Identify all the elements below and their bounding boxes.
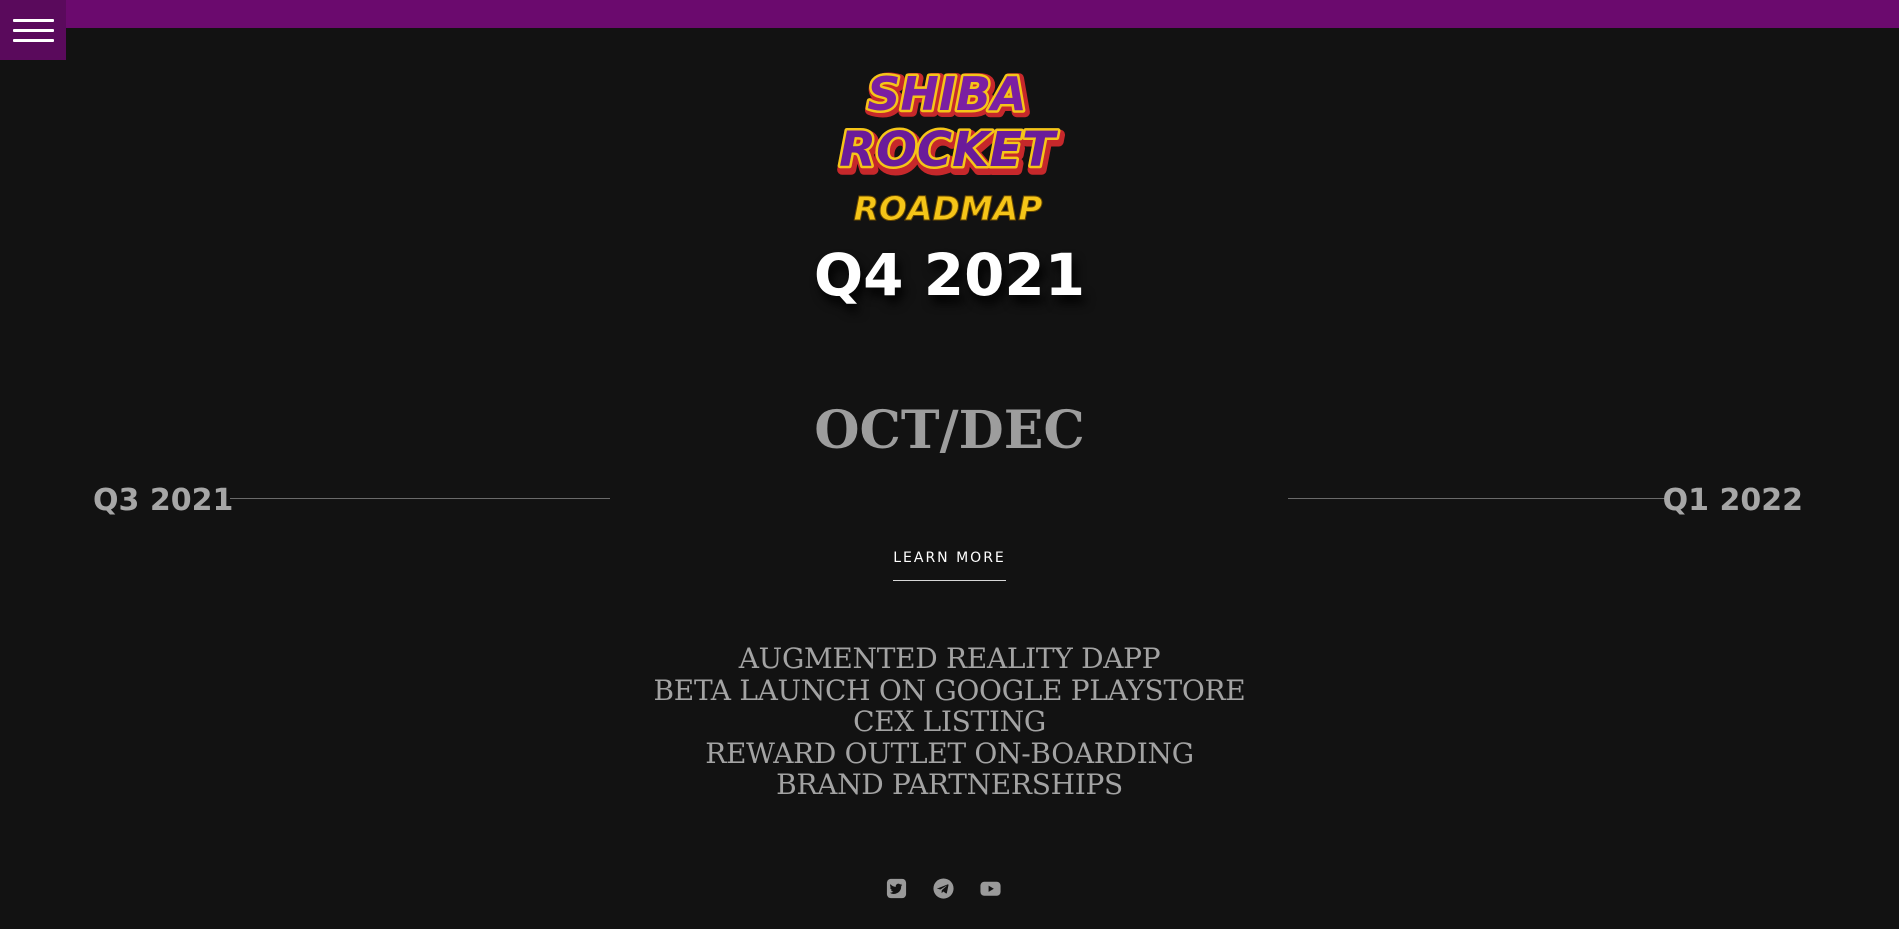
- learn-more-container: LEARN MORE: [0, 548, 1899, 581]
- svg-text:ROCKET: ROCKET: [839, 122, 1058, 178]
- roadmap-items-list: AUGMENTED REALITY DAPP BETA LAUNCH ON GO…: [0, 643, 1899, 801]
- roadmap-item: CEX LISTING: [853, 705, 1046, 738]
- period-label: OCT/DEC: [814, 400, 1085, 461]
- social-links: [885, 876, 1002, 900]
- learn-more-link[interactable]: LEARN MORE: [893, 548, 1006, 581]
- timeline-divider-left: [230, 498, 610, 499]
- prev-quarter-link[interactable]: Q3 2021: [93, 481, 233, 521]
- svg-text:SHIBA: SHIBA: [867, 67, 1026, 121]
- top-bar: [0, 0, 1899, 28]
- roadmap-item: BETA LAUNCH ON GOOGLE PLAYSTORE: [653, 673, 1246, 707]
- page: SHIBA SHIBA ROCKET ROCKET ROADMAP Q4 202…: [0, 0, 1899, 929]
- menu-button[interactable]: [0, 0, 66, 60]
- hamburger-menu-icon: [12, 18, 54, 22]
- quarter-title: Q4 2021: [813, 241, 1086, 309]
- shiba-rocket-roadmap-logo: SHIBA SHIBA ROCKET ROCKET ROADMAP: [836, 64, 1065, 229]
- svg-text:ROADMAP: ROADMAP: [854, 189, 1043, 228]
- roadmap-item: BRAND PARTNERSHIPS: [776, 768, 1123, 801]
- twitter-icon[interactable]: [885, 877, 908, 900]
- roadmap-item: REWARD OUTLET ON-BOARDING: [705, 736, 1194, 770]
- roadmap-item: AUGMENTED REALITY DAPP: [738, 642, 1161, 675]
- telegram-icon[interactable]: [932, 877, 955, 900]
- hamburger-menu-icon-line: [12, 28, 54, 32]
- timeline-divider-right: [1288, 498, 1667, 499]
- next-quarter-link[interactable]: Q1 2022: [1663, 481, 1803, 521]
- youtube-icon[interactable]: [979, 877, 1002, 900]
- hamburger-menu-icon-line: [12, 38, 54, 42]
